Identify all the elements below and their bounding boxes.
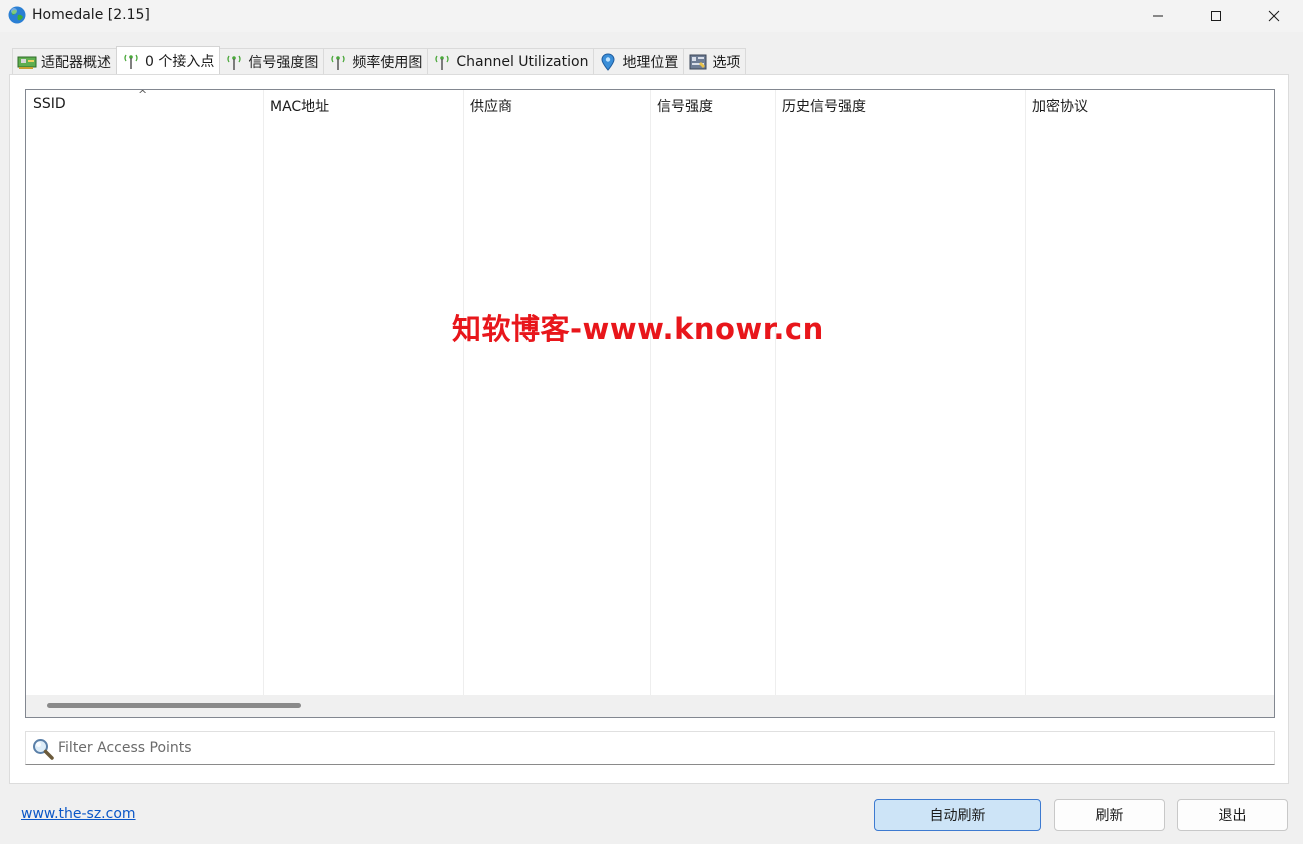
antenna-icon [432, 53, 452, 71]
filter-input[interactable] [56, 732, 1266, 764]
minimize-button[interactable] [1135, 0, 1181, 32]
tab-label: 频率使用图 [352, 54, 423, 71]
exit-button[interactable]: 退出 [1177, 799, 1288, 831]
column-divider [775, 90, 776, 696]
tab-label: 选项 [712, 54, 741, 71]
column-label: MAC地址 [270, 99, 330, 115]
column-header-encryption[interactable]: 加密协议 [1025, 90, 1274, 118]
antenna-icon [224, 53, 244, 71]
auto-refresh-button[interactable]: 自动刷新 [874, 799, 1041, 831]
column-header-signal-strength[interactable]: 信号强度 [650, 90, 775, 118]
column-label: 供应商 [470, 99, 512, 115]
website-link[interactable]: www.the-sz.com [21, 806, 136, 822]
column-label: 加密协议 [1032, 99, 1088, 115]
column-header-signal-history[interactable]: 历史信号强度 [775, 90, 1025, 118]
sort-ascending-icon: ^ [138, 89, 148, 101]
filter-box[interactable] [25, 731, 1275, 765]
tab-location[interactable]: 地理位置 [593, 48, 685, 74]
maximize-icon [1211, 11, 1221, 21]
tab-label: Channel Utilization [456, 53, 589, 70]
maximize-button[interactable] [1193, 0, 1239, 32]
column-header-vendor[interactable]: 供应商 [463, 90, 650, 118]
column-label: 历史信号强度 [782, 99, 866, 115]
access-points-panel: SSID ^ MAC地址 供应商 信号强度 历史信号强度 加密协议 [9, 74, 1289, 784]
refresh-button[interactable]: 刷新 [1054, 799, 1165, 831]
tab-frequency-usage[interactable]: 频率使用图 [323, 48, 429, 74]
column-divider [463, 90, 464, 696]
watermark-text: 知软博客-www.knowr.cn [452, 312, 824, 346]
scrollbar-thumb[interactable] [47, 703, 301, 708]
tab-label: 0 个接入点 [145, 53, 215, 70]
antenna-icon [328, 53, 348, 71]
tab-label: 地理位置 [622, 54, 679, 71]
access-points-list[interactable]: SSID ^ MAC地址 供应商 信号强度 历史信号强度 加密协议 [25, 89, 1275, 718]
tab-strip: 适配器概述 0 个接入点 信号强度图 频率使用图 Channel Utiliza… [12, 46, 747, 74]
antenna-icon [121, 52, 141, 70]
search-icon [33, 739, 54, 760]
location-pin-icon [598, 52, 618, 71]
column-header-ssid[interactable]: SSID ^ [26, 90, 263, 118]
column-divider [1025, 90, 1026, 696]
column-divider [263, 90, 264, 696]
tab-access-points[interactable]: 0 个接入点 [116, 46, 221, 74]
horizontal-scrollbar[interactable] [26, 695, 1274, 717]
minimize-icon [1153, 15, 1163, 17]
tab-channel-utilization[interactable]: Channel Utilization [427, 48, 595, 74]
tab-label: 适配器概述 [41, 54, 111, 71]
tab-signal-strength-graph[interactable]: 信号强度图 [219, 48, 325, 74]
column-divider [650, 90, 651, 696]
column-label: 信号强度 [657, 99, 713, 115]
close-icon [1268, 10, 1280, 22]
close-button[interactable] [1251, 0, 1297, 32]
tab-adapter-overview[interactable]: 适配器概述 [12, 48, 117, 74]
window-title: Homedale [2.15] [32, 7, 150, 23]
title-bar: Homedale [2.15] [0, 0, 1303, 32]
adapter-card-icon [17, 53, 37, 71]
column-label: SSID [33, 96, 66, 112]
globe-icon [8, 6, 26, 24]
column-header-mac[interactable]: MAC地址 [263, 90, 463, 118]
tab-label: 信号强度图 [248, 54, 319, 71]
tab-options[interactable]: 选项 [683, 48, 747, 74]
options-icon [688, 53, 708, 71]
